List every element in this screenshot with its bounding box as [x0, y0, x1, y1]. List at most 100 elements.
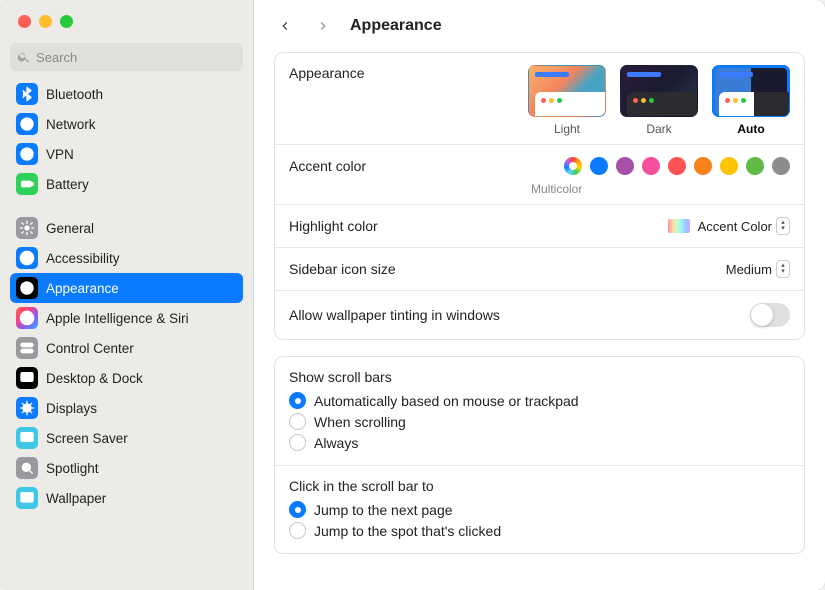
appearance-thumb-light: [528, 65, 606, 117]
sidebar-item-label: Desktop & Dock: [46, 371, 143, 386]
highlight-color-swatch: [668, 219, 690, 233]
radio-option[interactable]: Jump to the spot that's clicked: [289, 520, 790, 541]
accent-color-options: [564, 157, 790, 175]
highlight-color-label: Highlight color: [289, 218, 378, 234]
radio-button[interactable]: [289, 522, 306, 539]
accent-swatch-pink[interactable]: [642, 157, 660, 175]
sidebar-item-label: Wallpaper: [46, 491, 106, 506]
appearance-mode-auto[interactable]: Auto: [712, 65, 790, 136]
radio-button[interactable]: [289, 501, 306, 518]
show-scrollbars-title: Show scroll bars: [289, 369, 790, 385]
chevron-right-icon: [316, 19, 330, 33]
globe-icon: [16, 113, 38, 135]
appearance-mode-row: Appearance LightDarkAuto: [275, 53, 804, 145]
content-area: Appearance LightDarkAuto Accent color Mu…: [254, 52, 825, 590]
wallpaper-tinting-row: Allow wallpaper tinting in windows: [275, 291, 804, 339]
appearance-thumb-dark: [620, 65, 698, 117]
sidebar-item-screen-saver[interactable]: Screen Saver: [10, 423, 243, 453]
sidebar-item-appearance[interactable]: Appearance: [10, 273, 243, 303]
sidebar-icon-size-label: Sidebar icon size: [289, 261, 396, 277]
accent-swatch-multicolor[interactable]: [564, 157, 582, 175]
accent-swatch-blue[interactable]: [590, 157, 608, 175]
sidebar-icon-size-row: Sidebar icon size Medium ▴▾: [275, 248, 804, 291]
sidebar-item-label: Apple Intelligence & Siri: [46, 311, 189, 326]
displays-icon: [16, 397, 38, 419]
screensaver-icon: [16, 427, 38, 449]
sidebar-item-vpn[interactable]: VPN: [10, 139, 243, 169]
spotlight-icon: [16, 457, 38, 479]
sidebar-icon-size-value: Medium: [726, 262, 772, 277]
sidebar-item-spotlight[interactable]: Spotlight: [10, 453, 243, 483]
switches-icon: [16, 337, 38, 359]
scrollbar-click-title: Click in the scroll bar to: [289, 478, 790, 494]
scrollbar-panel: Show scroll bars Automatically based on …: [274, 356, 805, 554]
highlight-color-value: Accent Color: [698, 219, 772, 234]
appearance-mode-dark[interactable]: Dark: [620, 65, 698, 136]
nav-forward-button[interactable]: [312, 15, 334, 37]
dock-icon: [16, 367, 38, 389]
sidebar-item-displays[interactable]: Displays: [10, 393, 243, 423]
wallpaper-icon: [16, 487, 38, 509]
main-header: Appearance: [254, 0, 825, 52]
accent-color-value: Multicolor: [531, 182, 790, 196]
accent-swatch-purple[interactable]: [616, 157, 634, 175]
accent-swatch-green[interactable]: [746, 157, 764, 175]
appearance-mode-light[interactable]: Light: [528, 65, 606, 136]
sidebar-item-control-center[interactable]: Control Center: [10, 333, 243, 363]
accent-swatch-orange[interactable]: [694, 157, 712, 175]
radio-option[interactable]: Jump to the next page: [289, 499, 790, 520]
sidebar-item-label: Network: [46, 117, 96, 132]
accent-swatch-graphite[interactable]: [772, 157, 790, 175]
sidebar-item-wallpaper[interactable]: Wallpaper: [10, 483, 243, 513]
minimize-window-button[interactable]: [39, 15, 52, 28]
fullscreen-window-button[interactable]: [60, 15, 73, 28]
appearance-mode-options: LightDark Auto: [528, 65, 790, 136]
appearance-panel: Appearance LightDarkAuto Accent color Mu…: [274, 52, 805, 340]
stepper-icon: ▴▾: [776, 217, 790, 235]
radio-option[interactable]: Automatically based on mouse or trackpad: [289, 390, 790, 411]
sidebar-item-label: General: [46, 221, 94, 236]
nav-back-button[interactable]: [274, 15, 296, 37]
search-icon: [17, 50, 31, 64]
sidebar-item-label: Control Center: [46, 341, 134, 356]
radio-button[interactable]: [289, 392, 306, 409]
sidebar-item-desktop-dock[interactable]: Desktop & Dock: [10, 363, 243, 393]
wallpaper-tinting-toggle[interactable]: [750, 303, 790, 327]
accent-swatch-red[interactable]: [668, 157, 686, 175]
sidebar-item-accessibility[interactable]: Accessibility: [10, 243, 243, 273]
radio-button[interactable]: [289, 413, 306, 430]
search-input[interactable]: [36, 50, 236, 65]
radio-option[interactable]: Always: [289, 432, 790, 453]
sidebar-item-label: Battery: [46, 177, 89, 192]
sidebar-item-battery[interactable]: Battery: [10, 169, 243, 199]
sidebar-item-label: Displays: [46, 401, 97, 416]
gear-icon: [16, 217, 38, 239]
close-window-button[interactable]: [18, 15, 31, 28]
stepper-icon: ▴▾: [776, 260, 790, 278]
battery-icon: [16, 173, 38, 195]
sidebar-item-bluetooth[interactable]: Bluetooth: [10, 79, 243, 109]
sidebar-icon-size-dropdown[interactable]: Medium ▴▾: [726, 260, 790, 278]
sidebar-item-general[interactable]: General: [10, 213, 243, 243]
radio-button[interactable]: [289, 434, 306, 451]
highlight-color-dropdown[interactable]: Accent Color ▴▾: [668, 217, 790, 235]
accent-color-label: Accent color: [289, 158, 366, 174]
sidebar-item-network[interactable]: Network: [10, 109, 243, 139]
appearance-icon: [16, 277, 38, 299]
show-scrollbars-section: Show scroll bars Automatically based on …: [275, 357, 804, 466]
bluetooth-icon: [16, 83, 38, 105]
sidebar-item-label: Appearance: [46, 281, 119, 296]
sidebar-item-label: Spotlight: [46, 461, 99, 476]
radio-label: Always: [314, 435, 358, 451]
search-field[interactable]: [10, 43, 243, 71]
sidebar-item-apple-intelligence-siri[interactable]: Apple Intelligence & Siri: [10, 303, 243, 333]
chevron-left-icon: [278, 19, 292, 33]
page-title: Appearance: [350, 17, 442, 35]
accent-swatch-yellow[interactable]: [720, 157, 738, 175]
appearance-thumb-auto: [712, 65, 790, 117]
radio-option[interactable]: When scrolling: [289, 411, 790, 432]
sidebar-item-label: Accessibility: [46, 251, 120, 266]
appearance-mode-label: Auto: [712, 122, 790, 136]
radio-label: Jump to the spot that's clicked: [314, 523, 501, 539]
sidebar: Bluetooth Network VPN Battery General Accessi…: [0, 0, 254, 590]
